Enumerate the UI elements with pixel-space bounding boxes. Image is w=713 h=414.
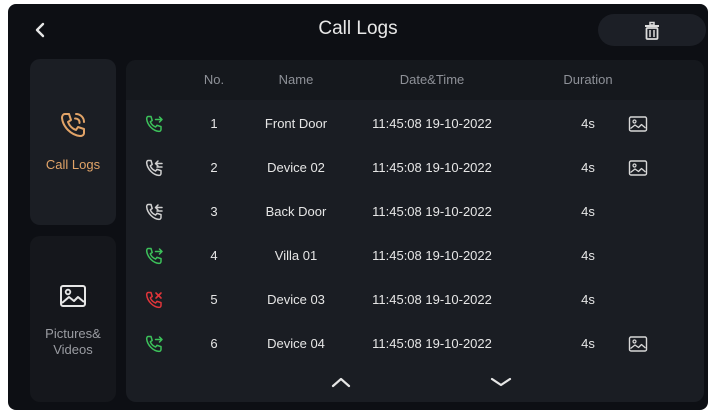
row-datetime: 11:45:08 19-10-2022 [372, 248, 492, 263]
row-number: 5 [210, 292, 218, 307]
column-header-duration: Duration [563, 72, 613, 87]
row-number: 6 [210, 336, 218, 351]
row-number: 4 [210, 248, 218, 263]
column-header-no: No. [203, 72, 225, 87]
row-number: 2 [210, 160, 218, 175]
column-header-datetime: Date&Time [399, 72, 465, 87]
row-name: Device 04 [267, 336, 325, 351]
row-duration: 4s [581, 292, 595, 307]
row-name: Device 03 [267, 292, 325, 307]
top-bar: Call Logs [8, 4, 708, 56]
row-duration: 4s [581, 204, 595, 219]
row-number: 3 [210, 204, 218, 219]
table-header: No. Name Date&Time Duration [126, 60, 704, 100]
row-duration: 4s [581, 160, 595, 175]
image-icon [60, 285, 86, 307]
image-icon[interactable] [628, 115, 648, 133]
row-duration: 4s [581, 248, 595, 263]
page-up-button[interactable] [326, 372, 356, 392]
row-datetime: 11:45:08 19-10-2022 [372, 336, 492, 351]
incoming-call-icon [145, 247, 163, 265]
trash-icon [645, 21, 659, 40]
chevron-up-icon [331, 377, 351, 388]
outgoing-call-icon [145, 203, 163, 221]
sidebar-item-label: Pictures& Videos [30, 326, 116, 358]
row-datetime: 11:45:08 19-10-2022 [372, 204, 492, 219]
sidebar-label-line1: Pictures& [45, 326, 101, 341]
row-name: Back Door [265, 204, 327, 219]
row-datetime: 11:45:08 19-10-2022 [372, 116, 492, 131]
image-icon[interactable] [628, 159, 648, 177]
table-row[interactable]: 2 Device 02 11:45:08 19-10-2022 4s [126, 148, 704, 190]
row-number: 1 [210, 116, 218, 131]
table-row[interactable]: 6 Device 04 11:45:08 19-10-2022 4s [126, 324, 704, 366]
sidebar-item-call-logs[interactable]: Call Logs [30, 59, 116, 225]
row-duration: 4s [581, 116, 595, 131]
phone-call-icon [61, 113, 85, 137]
sidebar-item-label: Call Logs [45, 157, 101, 172]
table-row[interactable]: 5 Device 03 11:45:08 19-10-2022 4s [126, 280, 704, 322]
image-icon[interactable] [628, 335, 648, 353]
chevron-down-icon [490, 377, 512, 387]
row-name: Device 02 [267, 160, 325, 175]
call-log-table: No. Name Date&Time Duration 1 Front Door 1… [126, 60, 704, 402]
table-row[interactable]: 1 Front Door 11:45:08 19-10-2022 4s [126, 104, 704, 146]
row-datetime: 11:45:08 19-10-2022 [372, 292, 492, 307]
table-row[interactable]: 3 Back Door 11:45:08 19-10-2022 4s [126, 192, 704, 234]
row-name: Villa 01 [274, 248, 318, 263]
row-duration: 4s [581, 336, 595, 351]
delete-button[interactable] [598, 14, 706, 46]
incoming-call-icon [145, 335, 163, 353]
sidebar-label-line2: Videos [53, 342, 93, 357]
outgoing-call-icon [145, 159, 163, 177]
sidebar-item-pictures-videos[interactable]: Pictures& Videos [30, 236, 116, 402]
intercom-screen: Call Logs Call Logs Pictures& Videos No.… [8, 4, 708, 410]
row-datetime: 11:45:08 19-10-2022 [372, 160, 492, 175]
row-name: Front Door [264, 116, 328, 131]
table-row[interactable]: 4 Villa 01 11:45:08 19-10-2022 4s [126, 236, 704, 278]
column-header-name: Name [278, 72, 314, 87]
incoming-call-icon [145, 115, 163, 133]
page-down-button[interactable] [486, 372, 516, 392]
missed-call-icon [145, 291, 162, 309]
